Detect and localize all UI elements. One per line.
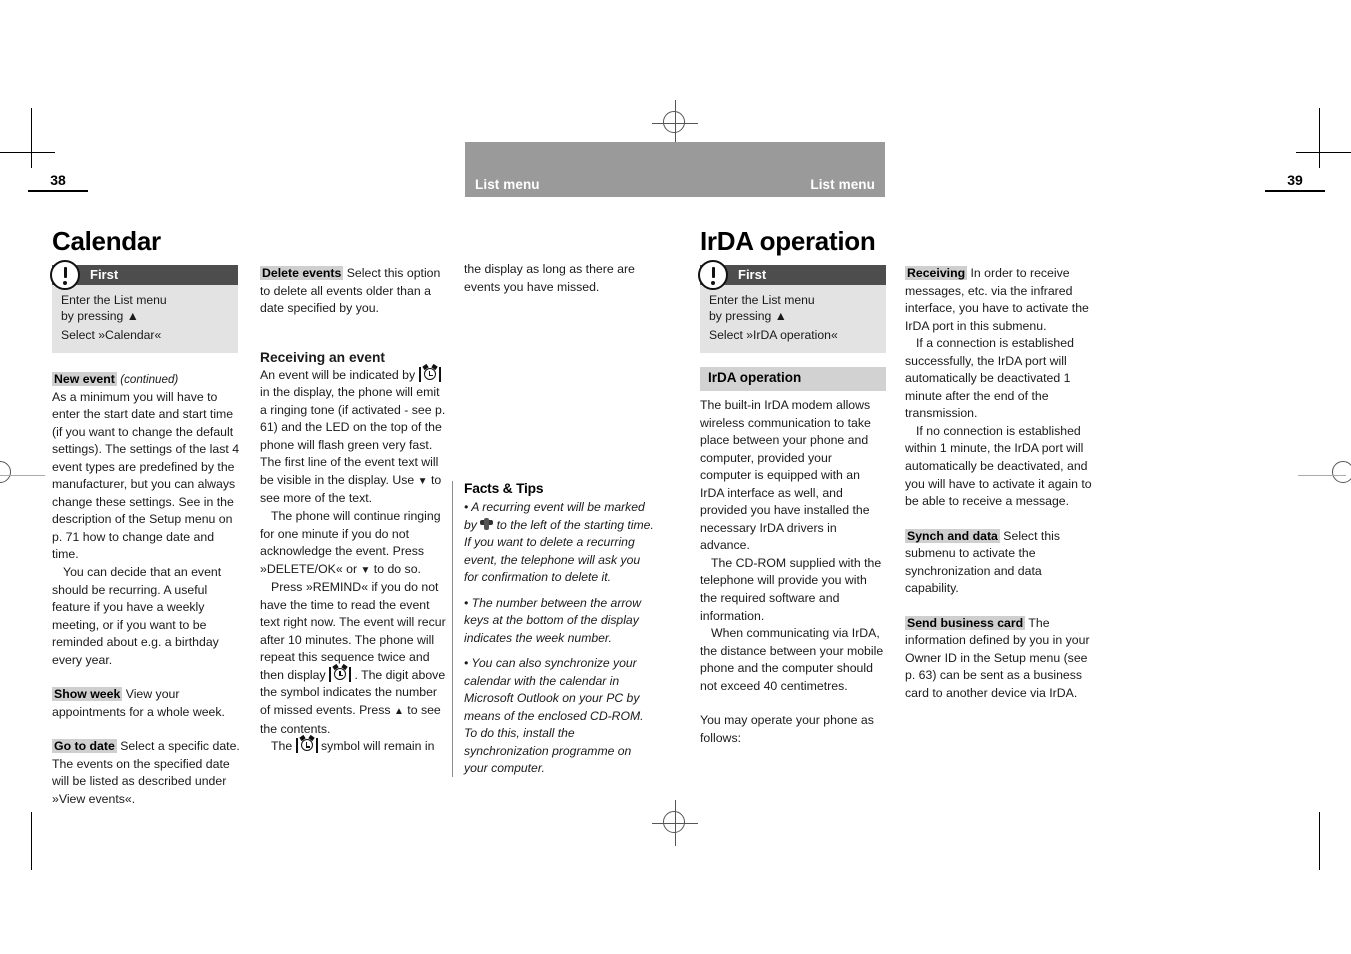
keyword-new-event: New event xyxy=(52,372,117,386)
running-header-band: List menu List menu xyxy=(465,142,885,197)
page-number-right-rule xyxy=(1265,190,1325,192)
crop-mark-bottom-right-vertical xyxy=(1319,812,1320,870)
page-number-left-rule xyxy=(28,190,88,192)
keyword-send-business-card: Send business card xyxy=(905,615,1026,630)
keyword-go-to-date: Go to date xyxy=(52,739,117,754)
column-5-body: Receiving In order to receive messages, … xyxy=(905,265,1093,703)
first-box-line-3: Select »IrDA operation« xyxy=(709,328,838,342)
page-title-irda-operation: IrDA operation xyxy=(700,226,876,256)
up-arrow-icon-1: ▲ xyxy=(393,706,404,718)
col2-paragraph-2: The phone will continue ringing for one … xyxy=(260,508,448,579)
down-arrow-icon-1: ▼ xyxy=(417,475,428,487)
heading-receiving-an-event: Receiving an event xyxy=(260,349,385,365)
facts-and-tips-box: Facts & Tips • A recurring event will be… xyxy=(452,479,654,786)
facts-and-tips-title: Facts & Tips xyxy=(464,481,544,496)
col4-paragraph-4: You may operate your phone as follows: xyxy=(700,713,874,745)
facts-column-rule xyxy=(452,481,453,777)
crop-mark-top-right-vertical xyxy=(1319,108,1320,168)
keyword-show-week: Show week xyxy=(52,687,123,702)
alarm-clock-icon xyxy=(329,663,352,682)
col2-spacer-1 xyxy=(260,318,448,348)
first-box-line-1: Enter the List menu xyxy=(709,293,815,307)
crop-mark-top-right-horizontal xyxy=(1296,152,1351,153)
col5-spacer-2 xyxy=(905,598,1093,615)
keyword-receiving: Receiving xyxy=(905,266,968,280)
col1-spacer-2 xyxy=(52,721,240,738)
col5-spacer-1 xyxy=(905,511,1093,528)
col2-p1-part-a: An event will be indicated by xyxy=(260,367,419,382)
col2-p4-part-a: The xyxy=(271,739,296,754)
receiving-paragraph-2: If a connection is established successfu… xyxy=(905,336,1074,421)
receiving-paragraph: Receiving In order to receive messages, … xyxy=(905,265,1093,335)
column-2-body: Delete events Select this option to dele… xyxy=(260,265,448,756)
new-event-continued-note: (continued) xyxy=(120,373,179,386)
page-number-right: 39 xyxy=(1265,172,1325,192)
page-number-right-value: 39 xyxy=(1287,172,1303,188)
show-week-paragraph: Show week View your appointments for a w… xyxy=(52,686,240,721)
running-header-right: List menu xyxy=(810,177,875,192)
registration-mark-left xyxy=(0,461,45,491)
first-box-line-3: Select »Calendar« xyxy=(61,328,162,342)
col4-paragraph-3: When communicating via IrDA, the distanc… xyxy=(700,626,884,693)
exclamation-icon xyxy=(50,260,80,290)
col2-p4-part-b: symbol will remain in xyxy=(317,739,435,754)
exclamation-icon xyxy=(698,260,728,290)
running-header-left: List menu xyxy=(475,177,540,192)
col4-paragraph-2: The CD-ROM supplied with the telephone w… xyxy=(700,555,882,623)
col2-p1-part-b: in the display, the phone will emit a ri… xyxy=(260,385,446,487)
keyword-delete-events: Delete events xyxy=(260,266,344,280)
down-arrow-icon-2: ▼ xyxy=(360,564,371,576)
col2-paragraph-4: The symbol will remain in xyxy=(260,735,448,756)
col1-paragraph-1: As a minimum you will have to enter the … xyxy=(52,389,240,562)
keyword-synch-and-data: Synch and data xyxy=(905,528,1000,543)
section-bar-irda-operation: IrDA operation xyxy=(700,367,886,391)
facts-bullet-1: • A recurring event will be marked by to… xyxy=(464,499,654,587)
new-event-paragraph: New event (continued) xyxy=(52,371,240,389)
facts-bullet-3: • You can also synchronize your calendar… xyxy=(464,656,644,775)
first-box-line-2: by pressing ▲ xyxy=(709,308,787,323)
first-box-line-2: by pressing ▲ xyxy=(61,308,139,323)
first-info-box-bar: First xyxy=(698,260,886,290)
section-bar-label: IrDA operation xyxy=(708,370,802,385)
col2-paragraph-3: Press »REMIND« if you do not have the ti… xyxy=(260,579,448,738)
first-info-box-body: Enter the List menu by pressing ▲ Select… xyxy=(700,285,886,354)
registration-mark-bottom xyxy=(652,800,698,846)
page-number-left-value: 38 xyxy=(50,172,66,188)
send-business-card-paragraph: Send business card The information defin… xyxy=(905,615,1093,703)
column-4-body: The built-in IrDA modem allows wireless … xyxy=(700,397,886,747)
column-1-body: New event (continued) As a minimum you w… xyxy=(52,371,240,809)
registration-mark-right xyxy=(1298,461,1351,491)
crop-mark-top-left-vertical xyxy=(31,108,32,168)
go-to-date-paragraph: Go to date Select a specific date. The e… xyxy=(52,738,240,808)
first-info-box-irda: First Enter the List menu by pressing ▲ … xyxy=(698,260,886,354)
page-number-left: 38 xyxy=(28,172,88,192)
alarm-clock-icon xyxy=(295,735,318,754)
first-info-box-label: First xyxy=(738,267,767,282)
facts-bullet-2: • The number between the arrow keys at t… xyxy=(464,595,642,645)
col2-paragraph-1: An event will be indicated by in the dis… xyxy=(260,363,448,508)
crop-mark-top-left-horizontal xyxy=(0,152,55,153)
col2-p3-part-a: Press »REMIND« if you do not have the ti… xyxy=(260,580,446,682)
receiving-paragraph-3: If no connection is established within 1… xyxy=(905,423,1092,509)
registration-mark-top xyxy=(652,100,698,146)
first-info-box-label: First xyxy=(90,267,119,282)
col4-spacer xyxy=(700,695,886,712)
crop-mark-bottom-left-vertical xyxy=(31,812,32,870)
recurring-event-icon xyxy=(480,517,494,531)
first-info-box-bar: First xyxy=(50,260,238,290)
delete-events-paragraph: Delete events Select this option to dele… xyxy=(260,265,448,318)
column-3-continuation: the display as long as there are events … xyxy=(464,261,650,296)
first-box-line-1: Enter the List menu xyxy=(61,293,167,307)
synch-and-data-paragraph: Synch and data Select this submenu to ac… xyxy=(905,528,1093,598)
col2-p2-part-b: to do so. xyxy=(370,561,421,576)
col4-paragraph-1: The built-in IrDA modem allows wireless … xyxy=(700,398,871,553)
col1-spacer-1 xyxy=(52,669,240,686)
page-title-calendar: Calendar xyxy=(52,226,161,256)
alarm-clock-icon xyxy=(418,363,441,382)
manual-spread: List menu List menu 38 39 Calendar First… xyxy=(0,0,1351,954)
first-info-box-calendar: First Enter the List menu by pressing ▲ … xyxy=(50,260,238,354)
col1-paragraph-2: You can decide that an event should be r… xyxy=(52,565,222,667)
col3-continuation-text: the display as long as there are events … xyxy=(464,262,635,294)
first-info-box-body: Enter the List menu by pressing ▲ Select… xyxy=(52,285,238,354)
